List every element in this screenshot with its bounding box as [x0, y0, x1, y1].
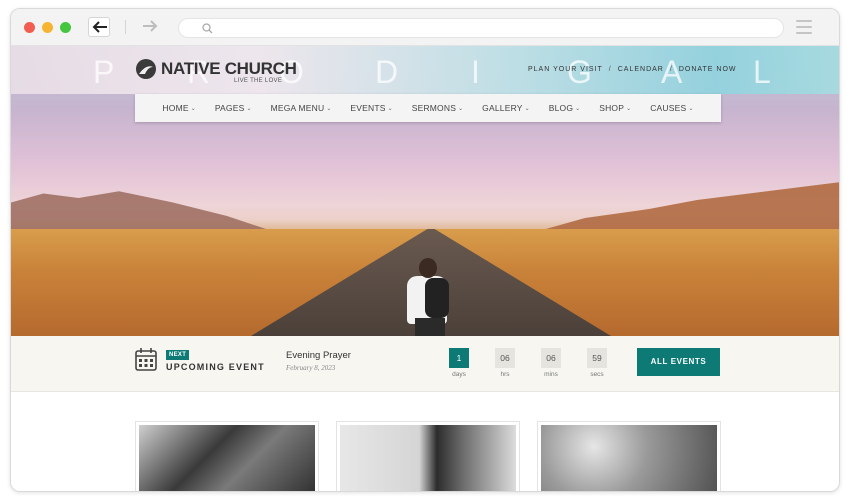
countdown-value: 06	[495, 348, 515, 368]
upcoming-event-bar: NEXT UPCOMING EVENT Evening Prayer Febru…	[11, 336, 839, 392]
hero-person-backpack	[425, 278, 449, 318]
card-image	[340, 425, 516, 491]
countdown-label: hrs	[500, 371, 510, 378]
countdown-value: 06	[541, 348, 561, 368]
donate-now-link[interactable]: DONATE NOW	[679, 66, 737, 73]
nav-item-mega-menu[interactable]: MEGA MENU ⌄	[271, 103, 332, 113]
countdown-hours: 06 hrs	[495, 348, 515, 378]
main-navigation: HOME ⌄ PAGES ⌄ MEGA MENU ⌄ EVENTS ⌄ SERMONS ⌄…	[135, 94, 721, 122]
logo-tagline: LIVE THE LOVE	[234, 78, 283, 84]
nav-item-causes[interactable]: CAUSES ⌄	[650, 103, 693, 113]
forward-button[interactable]	[139, 17, 161, 37]
chevron-down-icon: ⌄	[387, 105, 393, 112]
hero-person-head	[419, 258, 437, 278]
countdown-minutes: 06 mins	[541, 348, 561, 378]
close-window-dot[interactable]	[24, 22, 35, 33]
watermark-letter: P	[93, 54, 115, 90]
next-badge: NEXT	[166, 350, 190, 360]
countdown-value: 59	[587, 348, 607, 368]
chevron-down-icon: ⌄	[190, 105, 196, 112]
watermark-letter: I	[471, 54, 480, 90]
minimize-window-dot[interactable]	[42, 22, 53, 33]
countdown-label: secs	[590, 371, 604, 378]
arrow-left-icon	[92, 21, 107, 33]
card-image	[139, 425, 315, 491]
hero-mountains-right	[521, 182, 839, 236]
countdown-seconds: 59 secs	[587, 348, 607, 378]
logo-name[interactable]: NATIVE CHURCH	[161, 59, 297, 79]
browser-toolbar	[11, 9, 839, 46]
chevron-down-icon: ⌄	[246, 105, 252, 112]
nav-item-label: PAGES	[214, 103, 245, 113]
hamburger-icon[interactable]	[796, 20, 812, 34]
featured-cards	[11, 392, 839, 491]
hero-mountains-left	[11, 191, 281, 234]
calendar-icon	[135, 348, 157, 371]
countdown-days: 1 days	[449, 348, 469, 378]
nav-item-blog[interactable]: BLOG ⌄	[549, 103, 581, 113]
calendar-link[interactable]: CALENDAR	[618, 66, 664, 73]
nav-item-label: SHOP	[599, 103, 625, 113]
back-button[interactable]	[88, 17, 110, 37]
top-links: PLAN YOUR VISIT / CALENDAR / DONATE NOW	[528, 66, 737, 73]
nav-item-home[interactable]: HOME ⌄	[162, 103, 196, 113]
search-icon	[202, 23, 213, 34]
nav-item-events[interactable]: EVENTS ⌄	[350, 103, 392, 113]
event-date: February 8, 2023	[286, 364, 336, 372]
nav-item-gallery[interactable]: GALLERY ⌄	[482, 103, 530, 113]
link-separator: /	[608, 66, 612, 73]
event-title[interactable]: Evening Prayer	[286, 350, 351, 361]
feature-card[interactable]	[537, 421, 721, 491]
link-separator: /	[669, 66, 673, 73]
countdown-label: days	[452, 371, 466, 378]
nav-item-sermons[interactable]: SERMONS ⌄	[412, 103, 464, 113]
countdown-label: mins	[544, 371, 558, 378]
plan-visit-link[interactable]: PLAN YOUR VISIT	[528, 66, 603, 73]
nav-item-label: GALLERY	[482, 103, 523, 113]
feature-card[interactable]	[336, 421, 520, 491]
chevron-down-icon: ⌄	[575, 105, 581, 112]
nav-item-shop[interactable]: SHOP ⌄	[599, 103, 631, 113]
feature-card[interactable]	[135, 421, 319, 491]
hero-person-legs	[415, 318, 445, 336]
nav-item-label: EVENTS	[350, 103, 386, 113]
toolbar-divider	[125, 20, 126, 34]
countdown-value: 1	[449, 348, 469, 368]
chevron-down-icon: ⌄	[524, 105, 530, 112]
chevron-down-icon: ⌄	[688, 105, 694, 112]
nav-item-label: HOME	[162, 103, 189, 113]
watermark-letter: L	[753, 54, 771, 90]
nav-item-label: CAUSES	[650, 103, 687, 113]
chevron-down-icon: ⌄	[626, 105, 632, 112]
nav-item-pages[interactable]: PAGES ⌄	[215, 103, 252, 113]
maximize-window-dot[interactable]	[60, 22, 71, 33]
upcoming-event-heading: UPCOMING EVENT	[166, 362, 265, 372]
chevron-down-icon: ⌄	[458, 105, 464, 112]
nav-item-label: SERMONS	[411, 103, 457, 113]
all-events-button[interactable]: ALL EVENTS	[637, 348, 720, 376]
hero-banner: P R O D I G A L NATIVE CHURCH LIVE THE L…	[11, 46, 839, 336]
nav-item-label: BLOG	[548, 103, 574, 113]
address-bar[interactable]	[178, 18, 784, 38]
arrow-right-icon	[143, 20, 158, 32]
card-image	[541, 425, 717, 491]
church-logo-icon[interactable]	[135, 58, 157, 80]
nav-item-label: MEGA MENU	[270, 103, 325, 113]
watermark-letter: D	[375, 54, 399, 90]
chevron-down-icon: ⌄	[326, 105, 332, 112]
browser-window: P R O D I G A L NATIVE CHURCH LIVE THE L…	[10, 8, 840, 492]
